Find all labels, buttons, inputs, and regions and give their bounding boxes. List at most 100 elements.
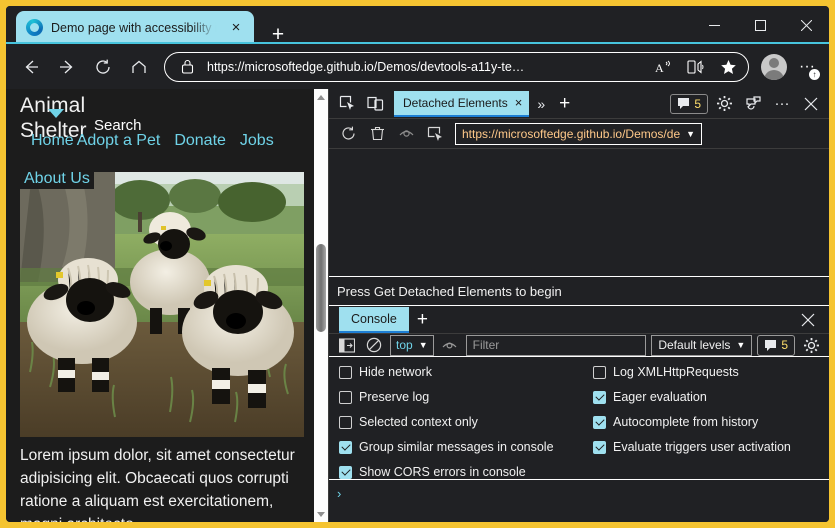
trash-icon[interactable] [364, 121, 390, 147]
omnibox[interactable]: https://microsoftedge.github.io/Demos/de… [164, 51, 749, 82]
checkbox-box[interactable] [593, 365, 606, 379]
split-screen-icon[interactable] [684, 56, 708, 78]
checkbox-evaluate-triggers-user-activation[interactable]: Evaluate triggers user activation [593, 440, 829, 454]
page-scrollbar[interactable] [314, 89, 328, 522]
sidebar-item-jobs[interactable]: Jobs [240, 132, 274, 150]
drawer-tab-label: Console [351, 312, 397, 326]
chevron-down-icon: ▼ [418, 340, 428, 350]
page-body-text: Lorem ipsum dolor, sit amet consectetur … [20, 447, 295, 522]
forward-arrow-icon[interactable] [50, 50, 84, 84]
browser-tab[interactable]: Demo page with accessibility issues × [16, 11, 254, 44]
issues-badge[interactable]: 5 [670, 93, 708, 114]
tab-strip: Demo page with accessibility issues × + [6, 6, 829, 45]
detached-elements-status: Press Get Detached Elements to begin [329, 276, 829, 306]
checkbox-label: Selected context only [359, 415, 478, 429]
status-text: Press Get Detached Elements to begin [337, 283, 562, 299]
devtools-panel: Detached Elements × » + 5 ··· https://mi… [328, 89, 829, 522]
tab-title: Demo page with accessibility issues [51, 20, 218, 35]
target-frame-icon[interactable] [422, 121, 448, 147]
checkbox-label: Hide network [359, 365, 432, 379]
add-panel-button[interactable]: + [553, 93, 576, 115]
checkbox-group-similar-messages[interactable]: Group similar messages in console [339, 440, 579, 454]
console-sidebar-icon[interactable] [336, 334, 358, 356]
console-issues-badge[interactable]: 5 [757, 334, 795, 356]
devtools-close-icon[interactable] [798, 91, 824, 117]
gear-icon[interactable] [711, 91, 737, 117]
more-tabs-chevron-icon[interactable]: » [531, 96, 551, 112]
detached-elements-list [329, 149, 829, 276]
devtools-more-icon[interactable]: ··· [769, 91, 795, 117]
eye-icon[interactable] [393, 121, 419, 147]
inspect-element-icon[interactable] [334, 91, 360, 117]
detached-elements-toolbar: https://microsoftedge.github.io/Demos/de… [329, 119, 829, 149]
tab-console[interactable]: Console [339, 307, 409, 333]
web-page-viewport: Animal Shelter Search Home Adopt a Pet D… [6, 89, 328, 522]
console-issues-count: 5 [781, 338, 788, 352]
avatar[interactable] [761, 53, 787, 80]
maximize-icon[interactable] [737, 10, 783, 40]
checkbox-box[interactable] [339, 440, 352, 454]
console-settings-left-column: Hide network Preserve log Selected conte… [329, 365, 579, 479]
close-icon[interactable] [783, 10, 829, 40]
console-settings-gear-icon[interactable] [800, 334, 822, 356]
target-url-value: https://microsoftedge.github.io/Demos/de [462, 126, 681, 141]
tab-detached-elements[interactable]: Detached Elements × [394, 90, 530, 117]
scroll-down-arrow-icon[interactable] [314, 506, 328, 522]
checkbox-show-cors-errors[interactable]: Show CORS errors in console [339, 465, 579, 479]
live-expression-eye-icon[interactable] [439, 334, 461, 356]
edge-logo-icon [26, 19, 43, 36]
checkbox-selected-context-only[interactable]: Selected context only [339, 415, 579, 429]
checkbox-label: Evaluate triggers user activation [613, 440, 791, 454]
svg-text:A: A [655, 61, 664, 75]
console-filter-input[interactable]: Filter [465, 334, 647, 356]
console-context-select[interactable]: top ▼ [390, 334, 434, 356]
home-icon[interactable] [122, 50, 156, 84]
dropdown-item-about-us[interactable]: About Us [20, 169, 94, 189]
refresh-icon[interactable] [335, 121, 361, 147]
checkbox-log-xmlhttprequests[interactable]: Log XMLHttpRequests [593, 365, 829, 379]
checkbox-box[interactable] [593, 390, 606, 404]
customize-devtools-icon[interactable] [740, 91, 766, 117]
checkbox-box[interactable] [339, 415, 352, 429]
address-bar: https://microsoftedge.github.io/Demos/de… [6, 44, 829, 89]
tab-close-icon[interactable]: × [226, 18, 246, 38]
checkbox-box[interactable] [593, 440, 606, 454]
console-levels-select[interactable]: Default levels ▼ [651, 334, 753, 356]
site-nav: Home Adopt a Pet Donate Jobs Home [20, 132, 300, 150]
sidebar-item-home[interactable]: Home [31, 132, 74, 150]
browser-settings-more-button[interactable]: ··· ↑ [793, 53, 821, 81]
scroll-up-arrow-icon[interactable] [314, 89, 328, 105]
console-prompt[interactable]: › [329, 480, 829, 522]
tab-close-icon[interactable]: × [515, 95, 523, 110]
device-toolbar-icon[interactable] [362, 91, 388, 117]
scrollbar-thumb[interactable] [316, 244, 326, 332]
console-settings-panel: Hide network Preserve log Selected conte… [329, 357, 829, 480]
checkbox-box[interactable] [339, 390, 352, 404]
back-arrow-icon[interactable] [14, 50, 48, 84]
issues-speech-bubble-icon [765, 339, 777, 351]
minimize-icon[interactable] [691, 10, 737, 40]
checkbox-eager-evaluation[interactable]: Eager evaluation [593, 390, 829, 404]
drawer-close-icon[interactable] [791, 313, 825, 327]
checkbox-preserve-log[interactable]: Preserve log [339, 390, 579, 404]
checkbox-box[interactable] [339, 465, 352, 479]
target-url-select[interactable]: https://microsoftedge.github.io/Demos/de… [455, 122, 702, 145]
checkbox-box[interactable] [593, 415, 606, 429]
checkbox-hide-network[interactable]: Hide network [339, 365, 579, 379]
checkbox-label: Group similar messages in console [359, 440, 554, 454]
drawer-add-tab-button[interactable]: + [409, 309, 436, 331]
reload-icon[interactable] [86, 50, 120, 84]
content-area: Animal Shelter Search Home Adopt a Pet D… [6, 89, 829, 522]
checkbox-autocomplete-from-history[interactable]: Autocomplete from history [593, 415, 829, 429]
new-tab-button[interactable]: + [268, 24, 288, 45]
checkbox-box[interactable] [339, 365, 352, 379]
read-aloud-icon[interactable]: A [652, 56, 676, 78]
star-icon[interactable] [716, 56, 740, 78]
clear-console-icon[interactable] [363, 334, 385, 356]
levels-value: Default levels [658, 338, 731, 352]
sidebar-item-adopt[interactable]: Adopt a Pet [77, 132, 161, 150]
browser-window: Demo page with accessibility issues × + [0, 0, 835, 528]
sidebar-item-donate[interactable]: Donate [174, 132, 226, 150]
chevron-down-icon: ▼ [686, 128, 695, 139]
update-badge: ↑ [809, 68, 820, 80]
